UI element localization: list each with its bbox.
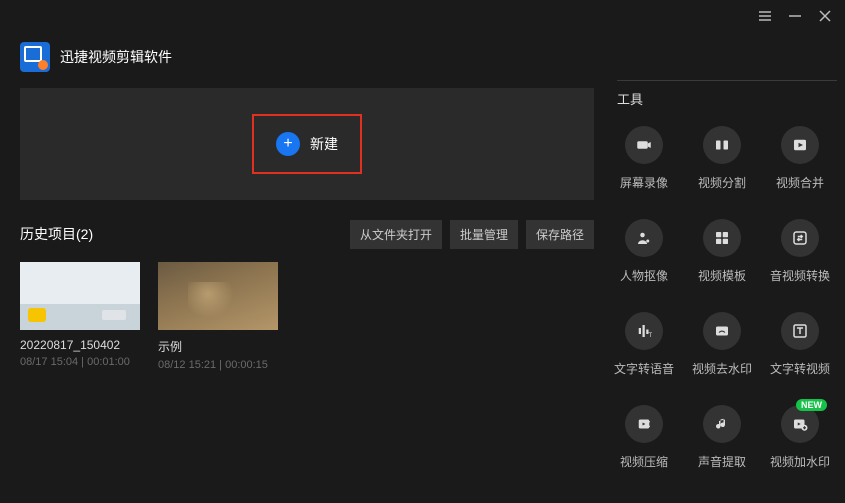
project-meta: 08/12 15:21 | 00:00:15 [158, 359, 278, 371]
audio-icon [703, 405, 741, 443]
tool-label: 音视频转换 [770, 267, 830, 284]
history-title: 历史项目(2) [20, 224, 350, 244]
new-button-label: 新建 [310, 134, 338, 154]
tool-label: 人物抠像 [620, 267, 668, 284]
menu-icon[interactable] [757, 8, 773, 24]
tool-t2v[interactable]: 文字转视频 [763, 312, 837, 377]
tool-label: 视频合并 [776, 174, 824, 191]
tool-tts[interactable]: T 文字转语音 [607, 312, 681, 377]
tool-camera[interactable]: 屏幕录像 [607, 126, 681, 191]
tool-play[interactable]: 视频合并 [763, 126, 837, 191]
tts-icon: T [625, 312, 663, 350]
compress-icon [625, 405, 663, 443]
tool-split[interactable]: 视频分割 [685, 126, 759, 191]
tool-convert[interactable]: 音视频转换 [763, 219, 837, 284]
save-path-button[interactable]: 保存路径 [526, 220, 594, 249]
tool-label: 文字转语音 [614, 360, 674, 377]
tool-template[interactable]: 视频模板 [685, 219, 759, 284]
project-name: 20220817_150402 [20, 338, 140, 352]
new-project-panel: + 新建 [20, 88, 594, 200]
nowm-icon [703, 312, 741, 350]
tool-label: 视频压缩 [620, 453, 668, 470]
new-badge: NEW [796, 399, 827, 411]
app-title: 迅捷视频剪辑软件 [60, 47, 172, 67]
project-card[interactable]: 20220817_150402 08/17 15:04 | 00:01:00 [20, 262, 140, 371]
project-meta: 08/17 15:04 | 00:01:00 [20, 356, 140, 368]
tool-compress[interactable]: 视频压缩 [607, 405, 681, 470]
project-thumbnail [20, 262, 140, 330]
split-icon [703, 126, 741, 164]
tool-label: 视频模板 [698, 267, 746, 284]
tool-label: 声音提取 [698, 453, 746, 470]
tool-label: 屏幕录像 [620, 174, 668, 191]
person-icon [625, 219, 663, 257]
convert-icon [781, 219, 819, 257]
svg-text:T: T [649, 333, 653, 339]
close-icon[interactable] [817, 8, 833, 24]
minimize-icon[interactable] [787, 8, 803, 24]
tool-label: 文字转视频 [770, 360, 830, 377]
new-button-highlight: + 新建 [252, 114, 362, 174]
tool-person[interactable]: 人物抠像 [607, 219, 681, 284]
tool-addwm[interactable]: NEW视频加水印 [763, 405, 837, 470]
tool-label: 视频分割 [698, 174, 746, 191]
app-logo-icon [20, 42, 50, 72]
new-project-button[interactable]: + 新建 [276, 132, 338, 156]
plus-icon: + [276, 132, 300, 156]
tools-header: 工具 [617, 80, 837, 108]
batch-manage-button[interactable]: 批量管理 [450, 220, 518, 249]
tool-label: 视频去水印 [692, 360, 752, 377]
project-card[interactable]: 示例 08/12 15:21 | 00:00:15 [158, 262, 278, 371]
play-icon [781, 126, 819, 164]
project-name: 示例 [158, 338, 278, 355]
project-thumbnail [158, 262, 278, 330]
tool-label: 视频加水印 [770, 453, 830, 470]
template-icon [703, 219, 741, 257]
tool-audio[interactable]: 声音提取 [685, 405, 759, 470]
open-from-folder-button[interactable]: 从文件夹打开 [350, 220, 442, 249]
camera-icon [625, 126, 663, 164]
tool-nowm[interactable]: 视频去水印 [685, 312, 759, 377]
t2v-icon [781, 312, 819, 350]
